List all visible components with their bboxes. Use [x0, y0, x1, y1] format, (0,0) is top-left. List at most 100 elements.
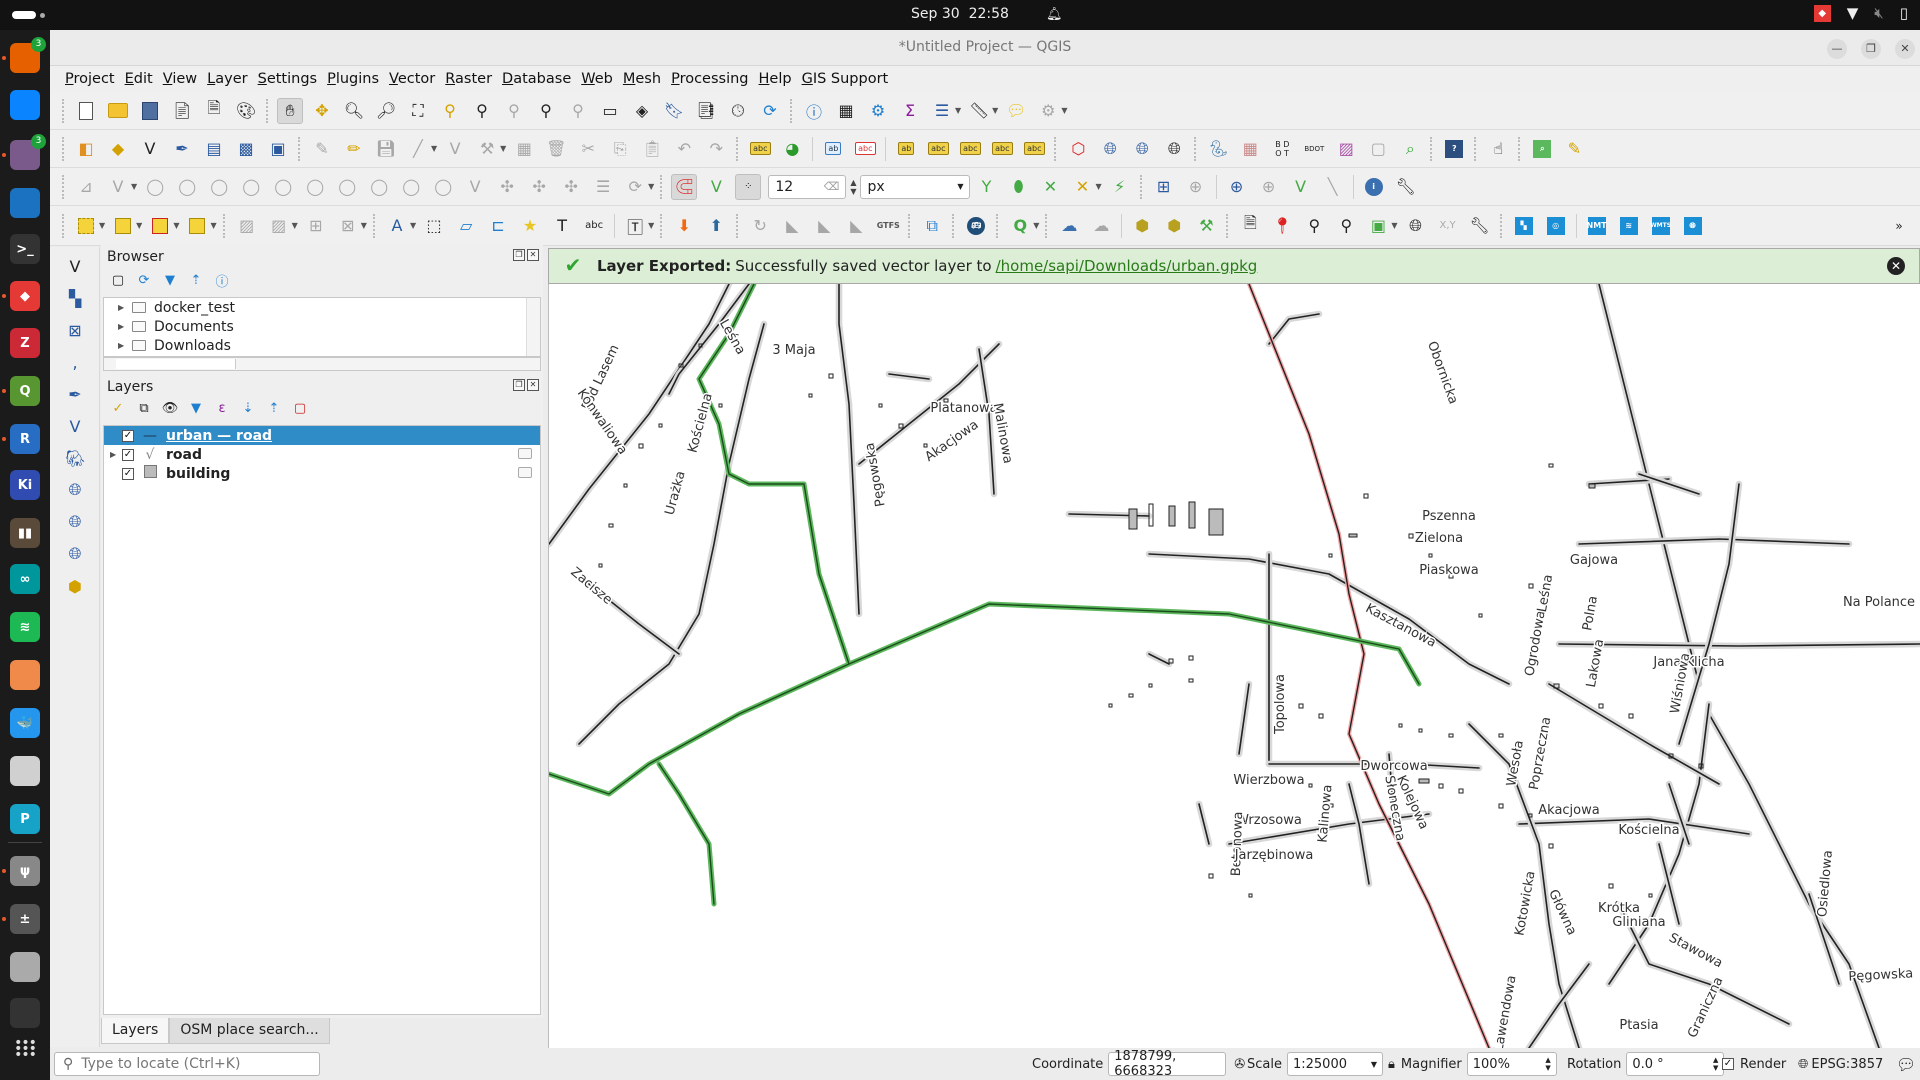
chevron-down-icon[interactable]: ▼ [992, 106, 998, 115]
toggle-labels-button[interactable]: abc [852, 136, 878, 162]
new-mesh-layer-button[interactable]: ▩ [233, 136, 259, 162]
building-footprint[interactable] [1168, 505, 1176, 527]
vertex-tool-button[interactable]: V [442, 136, 468, 162]
scrollbar-thumb[interactable] [116, 359, 236, 369]
layer-diagram-button[interactable]: ◕ [779, 136, 805, 162]
bdot10k-button[interactable]: BDOT [1301, 136, 1327, 162]
chevron-down-icon[interactable]: ▼ [1033, 221, 1039, 230]
building-footprint[interactable] [1188, 678, 1194, 683]
building-footprint[interactable] [623, 483, 628, 488]
new-geopackage-layer-button[interactable]: ◆ [105, 136, 131, 162]
style-layer-icon[interactable]: ✓ [109, 401, 127, 416]
add-wcs-button[interactable]: 🌐︎ [62, 509, 88, 535]
add-raster-layer-button[interactable]: ▚ [62, 285, 88, 311]
street-line[interactable] [1198, 803, 1210, 845]
cloud-button[interactable]: ☁ [1056, 213, 1082, 239]
dock-app-books[interactable]: ▮▮ [10, 518, 40, 548]
tools-button[interactable]: ⚒ [1193, 213, 1219, 239]
snapping-tolerance-input[interactable]: 12 ⌫ [768, 174, 847, 199]
layers-tree[interactable]: ✓ — urban — road ▶ ✓ √ road ✓ building [103, 425, 541, 1015]
rotate-label-button[interactable]: abc [989, 136, 1015, 162]
add-virtual-layer-button[interactable]: V [62, 413, 88, 439]
layers-stack-button[interactable]: ≋ [1616, 213, 1642, 239]
close-panel-button[interactable]: ✕ [527, 249, 539, 261]
upload-data-button[interactable]: ⬆ [703, 213, 729, 239]
document-button[interactable]: 🗎︎ [1237, 213, 1263, 239]
node-tool-button[interactable]: ╲ [1320, 174, 1346, 200]
dock-app-trash[interactable] [10, 998, 40, 1028]
zoom-last-button[interactable]: ⚲ [533, 98, 559, 124]
expand-arrow-icon[interactable]: ▶ [118, 341, 132, 350]
redo-button[interactable]: ↷ [703, 136, 729, 162]
select-by-location-button[interactable]: ⚙ [1035, 98, 1061, 124]
notification-bell-icon[interactable]: 🔔︎ [1046, 7, 1063, 22]
close-panel-button[interactable]: ✕ [527, 379, 539, 391]
temporal-controller-button[interactable]: 🕓︎ [725, 98, 751, 124]
chevron-down-icon[interactable]: ▼ [173, 221, 179, 230]
panel-tab-layers[interactable]: Layers [101, 1018, 170, 1044]
advanced-edit-button[interactable]: ◯ [366, 174, 392, 200]
advanced-edit-button[interactable]: V [462, 174, 488, 200]
advanced-edit-button[interactable]: ◯ [334, 174, 360, 200]
add-wms-button[interactable]: 🌐︎ [62, 477, 88, 503]
zoom-full-button[interactable]: ⛶ [405, 98, 431, 124]
dock-app-arduino[interactable]: ∞ [10, 564, 40, 594]
advanced-edit-button[interactable]: ◯ [430, 174, 456, 200]
building-footprint[interactable] [808, 393, 813, 398]
menu-layer[interactable]: Layer [202, 71, 252, 87]
wms-search-button[interactable]: 🌐︎ [1097, 136, 1123, 162]
deselect-all-button[interactable] [147, 213, 173, 239]
layer-item[interactable]: ✓ — urban — road [104, 426, 540, 445]
layer-item[interactable]: ✓ building [104, 464, 540, 483]
dock-app-zotero[interactable]: Z [10, 328, 40, 358]
browser-tree[interactable]: ▶ docker_test ▶ Documents ▶ Downloads [103, 297, 541, 357]
menu-web[interactable]: Web [576, 71, 618, 87]
chevron-down-icon[interactable]: ▼ [955, 106, 961, 115]
filter-expression-icon[interactable]: ε [213, 401, 231, 416]
chevron-down-icon[interactable]: ▼ [648, 182, 654, 191]
properties-icon[interactable]: ⓘ [213, 271, 231, 290]
menu-project[interactable]: Project [60, 71, 120, 87]
advanced-edit-button[interactable]: ◯ [238, 174, 264, 200]
plugin-tool-button[interactable]: ◣ [843, 213, 869, 239]
scale-select[interactable]: 1:25000 ▼ [1286, 1052, 1383, 1076]
toolbar-grip[interactable] [62, 98, 66, 123]
float-panel-button[interactable]: ❐ [513, 379, 525, 391]
manage-themes-icon[interactable]: 👁︎ [161, 401, 179, 416]
reshape-button[interactable]: V [105, 174, 131, 200]
new-project-button[interactable] [73, 98, 99, 124]
dock-app-firefox[interactable]: 3 [10, 37, 46, 73]
annotation-tool-button[interactable]: ⊠ [335, 213, 361, 239]
snapping-layers-button[interactable]: V [703, 174, 729, 200]
gtfs-button[interactable]: GTFS [875, 213, 901, 239]
download-data-button[interactable]: ⬇ [671, 213, 697, 239]
advanced-edit-button[interactable]: ◯ [142, 174, 168, 200]
wfs-search-button[interactable]: 🌐︎ [1129, 136, 1155, 162]
chevron-down-icon[interactable]: ▼ [648, 221, 654, 230]
vertex-editor-button[interactable]: V [1288, 174, 1314, 200]
qgis2web-button[interactable]: ✎ [1561, 136, 1587, 162]
restore-button[interactable]: ❐ [1861, 39, 1881, 59]
expand-arrow-icon[interactable]: ▶ [110, 450, 122, 459]
open-project-button[interactable] [105, 98, 131, 124]
menu-mesh[interactable]: Mesh [618, 71, 666, 87]
save-edits-button[interactable]: 💾︎ [373, 136, 399, 162]
paste-features-button[interactable]: 📋︎ [639, 136, 665, 162]
mapflow-button[interactable]: Q [1007, 213, 1033, 239]
toolbar-overflow-button[interactable]: » [1886, 213, 1912, 239]
identify-features-button[interactable]: ⓘ [801, 98, 827, 124]
tolerance-spinner[interactable]: ▲ ▼ [850, 178, 856, 196]
magnifier-input[interactable]: 100% ▲ ▼ [1466, 1052, 1557, 1076]
show-hide-labels-button[interactable]: abc [925, 136, 951, 162]
chevron-down-icon[interactable]: ▼ [136, 221, 142, 230]
building-footprint[interactable] [638, 443, 644, 449]
label-style-button[interactable]: A [384, 213, 410, 239]
dock-app-kicad[interactable]: Ki [10, 470, 40, 500]
building-footprint[interactable] [1298, 703, 1304, 709]
building-footprint[interactable] [1208, 508, 1224, 536]
advanced-edit-button[interactable]: ✣ [526, 174, 552, 200]
digitize-tool-button[interactable]: ⊿ [73, 174, 99, 200]
menu-raster[interactable]: Raster [440, 71, 497, 87]
spinner-icon[interactable]: ▲ ▼ [1713, 1056, 1718, 1072]
dock-app-anydesk[interactable]: ◆ [10, 281, 40, 311]
